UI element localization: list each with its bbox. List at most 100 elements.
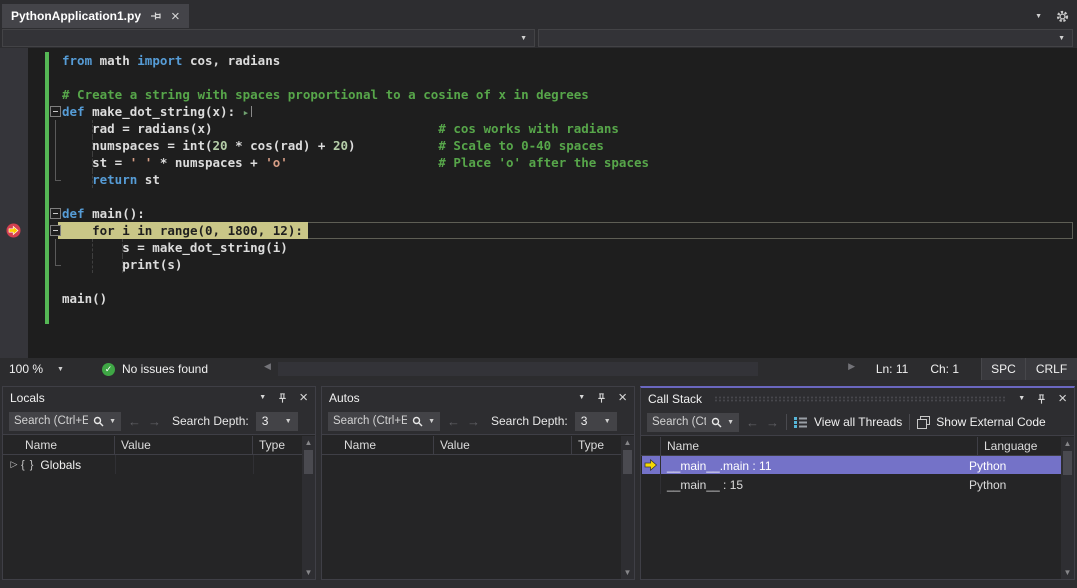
- column-header-language[interactable]: Language: [978, 437, 1074, 455]
- fold-collapse-icon[interactable]: [50, 225, 61, 236]
- show-external-code-button[interactable]: Show External Code: [917, 415, 1045, 429]
- search-input[interactable]: Search (Ctrl+E) ▼: [9, 412, 121, 431]
- panel-title: Autos: [329, 391, 360, 405]
- search-input[interactable]: Search (Ctrl+E) ▼: [328, 412, 440, 431]
- code-line[interactable]: from math import cos, radians: [0, 52, 1077, 69]
- fold-collapse-icon[interactable]: [50, 208, 61, 219]
- code-line[interactable]: for i in range(0, 1800, 12):: [0, 222, 1077, 239]
- scroll-up-icon[interactable]: ▲: [302, 438, 315, 447]
- navigation-dropdown-member[interactable]: ▼: [538, 29, 1073, 47]
- panel-titlebar[interactable]: Locals ▼ ×: [3, 387, 315, 408]
- column-header-name[interactable]: Name: [3, 436, 115, 454]
- close-icon[interactable]: ×: [1058, 391, 1067, 406]
- back-arrow-icon[interactable]: ←: [128, 414, 141, 429]
- frame-language: Python: [965, 459, 1061, 473]
- drag-grip[interactable]: [714, 396, 1006, 402]
- code-line[interactable]: [0, 273, 1077, 290]
- code-line[interactable]: main(): [0, 290, 1077, 307]
- zoom-select[interactable]: 100 % ▼: [0, 358, 74, 380]
- close-icon[interactable]: ×: [299, 390, 308, 405]
- search-depth-select[interactable]: 3 ▼: [575, 412, 617, 431]
- grid-header: Name Value Type: [322, 436, 634, 455]
- search-input[interactable]: Search (Ctrl ▼: [647, 413, 739, 432]
- code-line[interactable]: [0, 69, 1077, 86]
- scrollbar-thumb[interactable]: [278, 362, 758, 376]
- horizontal-scrollbar[interactable]: ◀ ▶: [262, 360, 857, 378]
- code-line[interactable]: numspaces = int(20 * cos(rad) + 20) # Sc…: [0, 137, 1077, 154]
- panel-toolbar: Search (Ctrl+E) ▼ ← → Search Depth: 3 ▼: [322, 408, 634, 435]
- scroll-down-icon[interactable]: ▼: [621, 568, 634, 577]
- scroll-left-icon[interactable]: ◀: [264, 361, 271, 372]
- show-external-code-label: Show External Code: [936, 415, 1045, 429]
- chevron-down-icon[interactable]: ▼: [727, 419, 734, 426]
- pin-icon[interactable]: [150, 10, 162, 22]
- column-header-name[interactable]: Name: [661, 437, 978, 455]
- code-line[interactable]: print(s): [0, 256, 1077, 273]
- space-mode-toggle[interactable]: SPC: [981, 358, 1025, 380]
- code-line[interactable]: s = make_dot_string(i): [0, 239, 1077, 256]
- variable-name: Globals: [40, 458, 81, 472]
- scrollbar-thumb[interactable]: [1063, 451, 1072, 475]
- variables-grid: Name Value Type ▷{ }Globals ▲ ▼: [3, 436, 315, 579]
- chevron-down-icon: ▼: [57, 366, 64, 373]
- scroll-right-icon[interactable]: ▶: [848, 361, 855, 372]
- code-line[interactable]: st = ' ' * numspaces + 'o' # Place 'o' a…: [0, 154, 1077, 171]
- change-tracking-bar: [45, 256, 49, 273]
- chevron-down-icon[interactable]: ▼: [109, 418, 116, 425]
- code-line[interactable]: [0, 307, 1077, 324]
- close-icon[interactable]: ×: [171, 9, 180, 24]
- navigation-dropdown-project[interactable]: ▼: [2, 29, 535, 47]
- code-token: return: [92, 172, 137, 187]
- scroll-down-icon[interactable]: ▼: [302, 568, 315, 577]
- window-menu-chevron-icon[interactable]: ▼: [578, 394, 585, 401]
- chevron-down-icon[interactable]: ▼: [428, 418, 435, 425]
- forward-arrow-icon[interactable]: →: [766, 415, 779, 430]
- search-depth-label: Search Depth:: [491, 414, 568, 428]
- scroll-up-icon[interactable]: ▲: [621, 438, 634, 447]
- pin-icon[interactable]: [596, 392, 607, 404]
- vertical-scrollbar[interactable]: ▲ ▼: [302, 436, 315, 579]
- code-token: make_dot_string(x):: [85, 104, 243, 119]
- scrollbar-thumb[interactable]: [304, 450, 313, 474]
- panel-titlebar[interactable]: Autos ▼ ×: [322, 387, 634, 408]
- call-stack-frame-row[interactable]: __main__.main : 11Python: [641, 456, 1061, 475]
- back-arrow-icon[interactable]: ←: [746, 415, 759, 430]
- column-header-value[interactable]: Value: [434, 436, 572, 454]
- breakpoint-current-line-icon[interactable]: [6, 223, 21, 238]
- scroll-up-icon[interactable]: ▲: [1061, 439, 1074, 448]
- code-editor[interactable]: from math import cos, radians # Create a …: [0, 48, 1077, 358]
- scroll-down-icon[interactable]: ▼: [1061, 568, 1074, 577]
- code-line[interactable]: # Create a string with spaces proportion…: [0, 86, 1077, 103]
- forward-arrow-icon[interactable]: →: [467, 414, 480, 429]
- expand-arrow-icon[interactable]: ▷: [7, 459, 21, 470]
- panel-titlebar[interactable]: Call Stack ▼ ×: [641, 388, 1074, 409]
- issues-indicator[interactable]: ✓ No issues found: [102, 362, 208, 376]
- tab-pythonapplication1[interactable]: PythonApplication1.py ×: [2, 4, 189, 28]
- pin-icon[interactable]: [1036, 393, 1047, 405]
- back-arrow-icon[interactable]: ←: [447, 414, 460, 429]
- chevron-down-icon[interactable]: ▼: [1035, 13, 1042, 20]
- line-ending-toggle[interactable]: CRLF: [1025, 358, 1077, 380]
- code-line[interactable]: rad = radians(x) # cos works with radian…: [0, 120, 1077, 137]
- code-line[interactable]: def make_dot_string(x): ▸: [0, 103, 1077, 120]
- window-menu-chevron-icon[interactable]: ▼: [259, 394, 266, 401]
- column-header-name[interactable]: Name: [322, 436, 434, 454]
- gear-icon[interactable]: [1056, 10, 1069, 23]
- code-line[interactable]: def main():: [0, 205, 1077, 222]
- code-line[interactable]: [0, 188, 1077, 205]
- scrollbar-thumb[interactable]: [623, 450, 632, 474]
- close-icon[interactable]: ×: [618, 390, 627, 405]
- call-stack-frame-row[interactable]: __main__ : 15Python: [641, 475, 1061, 494]
- search-depth-select[interactable]: 3 ▼: [256, 412, 298, 431]
- forward-arrow-icon[interactable]: →: [148, 414, 161, 429]
- column-header-value[interactable]: Value: [115, 436, 253, 454]
- table-row[interactable]: ▷{ }Globals: [3, 455, 302, 474]
- vertical-scrollbar[interactable]: ▲ ▼: [621, 436, 634, 579]
- code-token: # Scale to 0-40 spaces: [438, 138, 604, 153]
- vertical-scrollbar[interactable]: ▲ ▼: [1061, 437, 1074, 579]
- view-all-threads-button[interactable]: View all Threads: [794, 415, 902, 429]
- code-line[interactable]: return st: [0, 171, 1077, 188]
- fold-collapse-icon[interactable]: [50, 106, 61, 117]
- pin-icon[interactable]: [277, 392, 288, 404]
- window-menu-chevron-icon[interactable]: ▼: [1018, 395, 1025, 402]
